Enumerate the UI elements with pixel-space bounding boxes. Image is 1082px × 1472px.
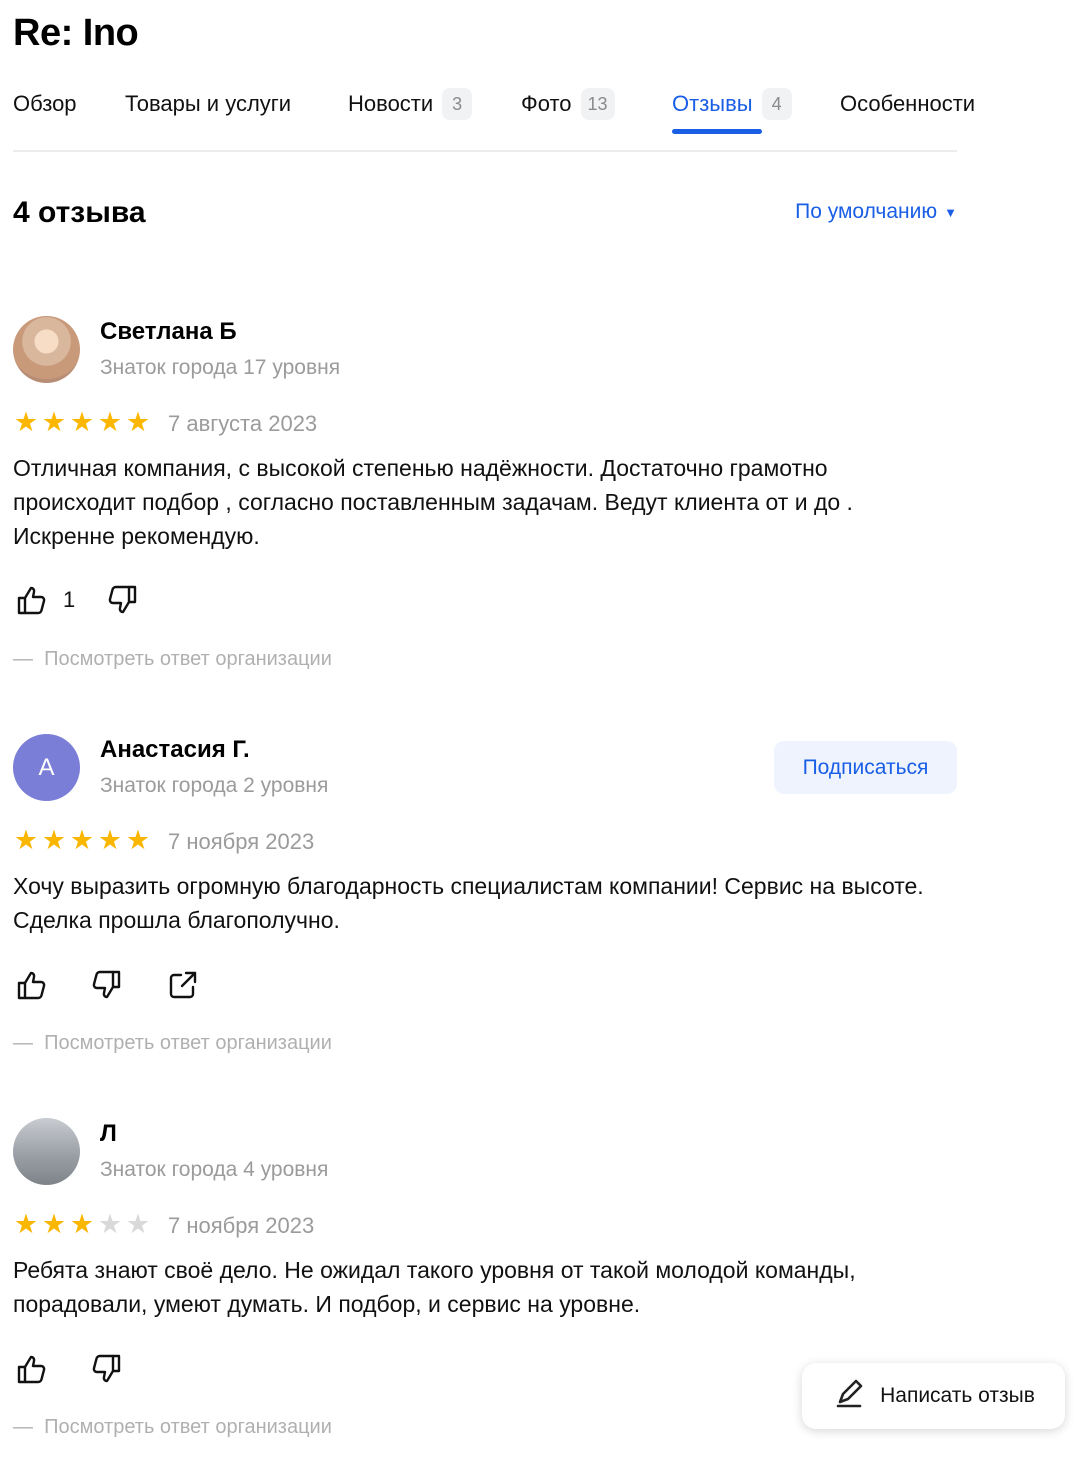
- star-rating: ★ ★ ★ ★ ★: [13, 1211, 151, 1238]
- star-icon: ★: [125, 825, 151, 855]
- review-text: Хочу выразить огромную благодарность спе…: [13, 873, 924, 933]
- write-review-label: Написать отзыв: [880, 1384, 1035, 1407]
- active-tab-indicator: [672, 129, 762, 134]
- star-icon: ★: [69, 825, 95, 855]
- share-icon[interactable]: [165, 967, 201, 1003]
- star-icon: ★: [41, 825, 67, 855]
- tab-label: Отзывы: [672, 91, 753, 116]
- tab-features[interactable]: Особенности: [840, 84, 975, 124]
- org-reply-label: Посмотреть ответ организации: [44, 1032, 332, 1054]
- tab-label: Особенности: [840, 91, 976, 116]
- star-icon: ★: [69, 407, 95, 437]
- review-date: 7 ноября 2023: [168, 1213, 315, 1238]
- star-empty-icon: ★: [125, 1209, 151, 1239]
- view-org-reply-link[interactable]: — Посмотреть ответ организации: [13, 1416, 332, 1439]
- tab-label: Фото: [521, 91, 572, 116]
- thumbs-down-icon[interactable]: [105, 582, 141, 618]
- author-level: Знаток города 4 уровня: [100, 1158, 329, 1181]
- star-rating: ★ ★ ★ ★ ★: [13, 409, 151, 436]
- review-actions: [13, 967, 201, 1003]
- thumbs-down-icon[interactable]: [89, 967, 125, 1003]
- star-rating: ★ ★ ★ ★ ★: [13, 827, 151, 854]
- thumbs-up-icon[interactable]: [13, 967, 49, 1003]
- tab-label: Обзор: [13, 91, 77, 116]
- star-icon: ★: [97, 407, 123, 437]
- review-date: 7 августа 2023: [168, 411, 318, 436]
- star-icon: ★: [69, 1209, 95, 1239]
- reviews-page: Re: Ino Обзор Товары и услуги Новости 3 …: [0, 0, 1082, 1472]
- review-text: Ребята знают своё дело. Не ожидал такого…: [13, 1257, 856, 1317]
- sort-dropdown[interactable]: По умолчанию ▼: [795, 200, 957, 224]
- tab-overview[interactable]: Обзор: [13, 84, 77, 124]
- pencil-icon: [832, 1376, 866, 1416]
- tab-label: Новости: [348, 91, 434, 116]
- tab-products[interactable]: Товары и услуги: [125, 84, 291, 124]
- view-org-reply-link[interactable]: — Посмотреть ответ организации: [13, 1032, 332, 1055]
- author-name[interactable]: Светлана Б: [100, 318, 237, 346]
- caret-down-icon: ▼: [944, 204, 957, 220]
- view-org-reply-link[interactable]: — Посмотреть ответ организации: [13, 648, 332, 671]
- like-count: 1: [63, 587, 76, 612]
- tab-news[interactable]: Новости 3: [348, 84, 473, 124]
- tab-photo[interactable]: Фото 13: [521, 84, 615, 124]
- page-title: Re: Ino: [13, 12, 139, 54]
- review-actions: 1: [13, 582, 141, 618]
- thumbs-up-icon[interactable]: [13, 1351, 49, 1387]
- avatar-letter: А: [38, 753, 55, 781]
- star-empty-icon: ★: [97, 1209, 123, 1239]
- star-icon: ★: [97, 825, 123, 855]
- review-text: Отличная компания, с высокой степенью на…: [13, 455, 853, 549]
- author-name[interactable]: Анастасия Г.: [100, 736, 250, 764]
- avatar[interactable]: [13, 316, 80, 383]
- org-reply-label: Посмотреть ответ организации: [44, 1416, 332, 1438]
- thumbs-down-icon[interactable]: [89, 1351, 125, 1387]
- review-date: 7 ноября 2023: [168, 829, 315, 854]
- avatar[interactable]: [13, 1118, 80, 1185]
- review-actions: [13, 1351, 125, 1387]
- tab-count-badge: 4: [761, 88, 792, 120]
- star-icon: ★: [13, 825, 39, 855]
- author-level: Знаток города 17 уровня: [100, 356, 341, 379]
- tab-bar: Обзор Товары и услуги Новости 3 Фото 13 …: [13, 84, 975, 152]
- tab-reviews[interactable]: Отзывы 4: [672, 84, 792, 124]
- avatar[interactable]: А: [13, 734, 80, 801]
- sort-label: По умолчанию: [795, 200, 938, 223]
- tab-label: Товары и услуги: [125, 91, 292, 116]
- star-icon: ★: [41, 1209, 67, 1239]
- author-name[interactable]: Л: [100, 1120, 117, 1148]
- author-level: Знаток города 2 уровня: [100, 774, 329, 797]
- tab-count-badge: 13: [580, 88, 615, 120]
- star-icon: ★: [13, 1209, 39, 1239]
- thumbs-up-icon[interactable]: [13, 582, 49, 618]
- reviews-count-heading: 4 отзыва: [13, 196, 146, 229]
- star-icon: ★: [13, 407, 39, 437]
- star-icon: ★: [41, 407, 67, 437]
- star-icon: ★: [125, 407, 151, 437]
- org-reply-label: Посмотреть ответ организации: [44, 648, 332, 670]
- write-review-button[interactable]: Написать отзыв: [802, 1363, 1065, 1429]
- subscribe-button[interactable]: Подписаться: [774, 741, 957, 794]
- tab-count-badge: 3: [442, 88, 473, 120]
